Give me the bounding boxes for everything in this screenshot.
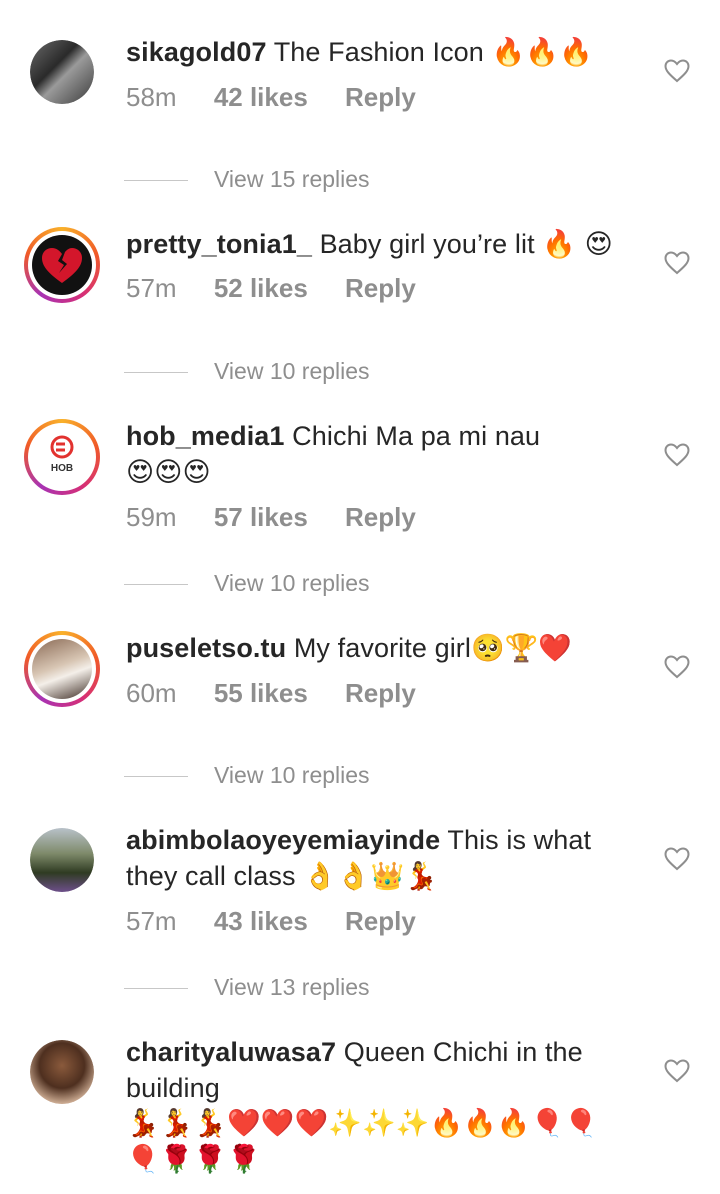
- likes-count[interactable]: 55 likes: [214, 678, 308, 708]
- replies-divider: [124, 584, 188, 586]
- reply-button[interactable]: Reply: [345, 502, 416, 532]
- comment-emoji: 🥺🏆❤️: [470, 633, 573, 664]
- comment-time: 57m: [126, 273, 177, 303]
- comment-username[interactable]: charityaluwasa7: [126, 1037, 336, 1067]
- view-replies-label: View 13 replies: [214, 974, 370, 1000]
- hob-logo-text: HOB: [51, 463, 73, 474]
- likes-count[interactable]: 57 likes: [214, 502, 308, 532]
- heart-outline-icon[interactable]: [664, 59, 690, 83]
- view-replies-label: View 10 replies: [214, 570, 370, 596]
- comment-text: charityaluwasa7 Queen Chichi in the buil…: [126, 1034, 626, 1178]
- comment-meta: 59m 57 likes Reply: [126, 502, 446, 533]
- comment-time: 59m: [126, 502, 177, 532]
- comment-meta: 57m 52 likes Reply: [126, 273, 446, 304]
- heart-outline-icon[interactable]: [664, 443, 690, 467]
- broken-heart-icon: [42, 248, 82, 283]
- avatar[interactable]: [24, 227, 100, 303]
- comment-meta: 57m 43 likes Reply: [126, 906, 446, 937]
- view-replies-label: View 15 replies: [214, 166, 370, 192]
- reply-button[interactable]: Reply: [345, 273, 416, 303]
- avatar[interactable]: HOB: [24, 419, 100, 495]
- comment-emoji: 😍😍😍: [126, 457, 211, 488]
- reply-button[interactable]: Reply: [345, 906, 416, 936]
- comment-emoji: 👌👌👑💃: [303, 861, 439, 892]
- view-replies-button[interactable]: View 10 replies: [124, 570, 370, 597]
- comment-username[interactable]: pretty_tonia1_: [126, 229, 312, 259]
- comment-username[interactable]: abimbolaoyeyemiayinde: [126, 825, 440, 855]
- view-replies-button[interactable]: View 10 replies: [124, 762, 370, 789]
- comment-username[interactable]: sikagold07: [126, 37, 267, 67]
- comment-meta: 58m 42 likes Reply: [126, 82, 446, 113]
- likes-count[interactable]: 42 likes: [214, 82, 308, 112]
- likes-count[interactable]: 52 likes: [214, 273, 308, 303]
- heart-outline-icon[interactable]: [664, 847, 690, 871]
- comment-time: 60m: [126, 678, 177, 708]
- comment-body: Baby girl you’re lit: [319, 229, 535, 259]
- comment-username[interactable]: puseletso.tu: [126, 633, 286, 663]
- view-replies-label: View 10 replies: [214, 762, 370, 788]
- replies-divider: [124, 372, 188, 374]
- comment-emoji: 🔥🔥🔥: [491, 37, 593, 68]
- comment-text: abimbolaoyeyemiayinde This is what they …: [126, 822, 626, 895]
- comment-time: 58m: [126, 82, 177, 112]
- reply-button[interactable]: Reply: [345, 82, 416, 112]
- avatar[interactable]: [30, 828, 94, 892]
- likes-count[interactable]: 43 likes: [214, 906, 308, 936]
- comment-body: The Fashion Icon: [273, 37, 484, 67]
- comment-emoji: 🔥 😍: [542, 229, 613, 260]
- heart-outline-icon[interactable]: [664, 251, 690, 275]
- heart-outline-icon[interactable]: [664, 655, 690, 679]
- reply-button[interactable]: Reply: [345, 678, 416, 708]
- comment-meta: 60m 55 likes Reply: [126, 678, 446, 709]
- comment-body: My favorite girl: [293, 633, 471, 663]
- avatar[interactable]: [24, 631, 100, 707]
- replies-divider: [124, 988, 188, 990]
- comment-text: hob_media1 Chichi Ma pa mi nau 😍😍😍: [126, 418, 626, 491]
- replies-divider: [124, 776, 188, 778]
- view-replies-button[interactable]: View 13 replies: [124, 974, 370, 1001]
- view-replies-button[interactable]: View 10 replies: [124, 358, 370, 385]
- heart-outline-icon[interactable]: [664, 1059, 690, 1083]
- comment-emoji: 💃💃💃❤️❤️❤️✨✨✨🔥🔥🔥🎈🎈🎈🌹🌹🌹: [126, 1108, 599, 1175]
- comment-body: Chichi Ma pa mi nau: [292, 421, 541, 451]
- hob-logo: HOB: [50, 435, 74, 474]
- replies-divider: [124, 180, 188, 182]
- avatar[interactable]: [30, 1040, 94, 1104]
- comment-text: puseletso.tu My favorite girl🥺🏆❤️: [126, 630, 626, 667]
- view-replies-label: View 10 replies: [214, 358, 370, 384]
- comment-username[interactable]: hob_media1: [126, 421, 285, 451]
- comment-text: pretty_tonia1_ Baby girl you’re lit 🔥 😍: [126, 226, 626, 263]
- view-replies-button[interactable]: View 15 replies: [124, 166, 370, 193]
- comment-time: 57m: [126, 906, 177, 936]
- comment-text: sikagold07 The Fashion Icon 🔥🔥🔥: [126, 34, 626, 71]
- avatar[interactable]: [30, 40, 94, 104]
